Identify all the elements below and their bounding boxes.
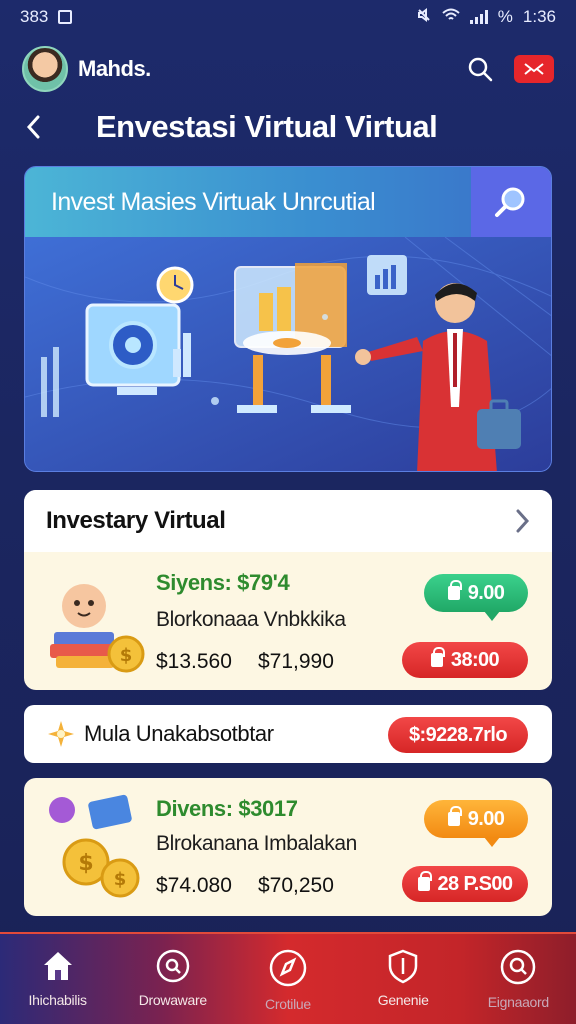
pill-tail (484, 837, 500, 847)
item-headline: Divens: $3017 (156, 796, 298, 821)
monitor-icon (85, 303, 191, 395)
nav-label: Ihichabilis (28, 992, 87, 1008)
nav-item-generate[interactable]: Genenie (348, 948, 458, 1008)
svg-text:$: $ (120, 645, 133, 666)
item-bottom-pill-label: 28 P.S00 (437, 872, 514, 895)
coins-icon: $ $ (49, 794, 140, 898)
status-time-right: 1:36 (522, 7, 556, 26)
nav-label: Genenie (377, 992, 429, 1008)
item-top-pill[interactable]: 9.00 (424, 574, 528, 612)
search-button[interactable] (460, 49, 500, 89)
nav-item-explore[interactable]: Crotilue (233, 948, 343, 1012)
nav-label: Crotilue (265, 996, 311, 1012)
banner-pill-label: $:9228.7rlo (409, 723, 508, 746)
item-price-b: $70,250 (258, 874, 334, 897)
nav-item-home[interactable]: Ihichabilis (3, 948, 113, 1008)
item-bottom-pill[interactable]: 28 P.S00 (402, 866, 528, 902)
compass-icon (269, 949, 307, 987)
mail-button[interactable] (514, 55, 554, 83)
lock-icon (417, 871, 432, 891)
item-bottom-pill[interactable]: 38:00 (402, 642, 528, 678)
pill-tail (484, 611, 500, 621)
hero-title: Invest Masies Virtuak Unrcutial (51, 187, 376, 216)
wifi-icon (442, 7, 460, 27)
lock-icon (430, 647, 445, 667)
chevron-left-icon (26, 115, 40, 139)
title-row: Envestasi Virtual Virtual (0, 100, 576, 154)
signal-icon (469, 10, 488, 24)
nav-label: Drowaware (138, 992, 207, 1008)
nav-item-account[interactable]: Eignaaord (463, 948, 573, 1010)
hero-banner[interactable]: Invest Masies Virtuak Unrcutial (24, 166, 552, 472)
lock-icon (447, 806, 462, 826)
promo-banner[interactable]: Mula Unakabsotbtar $:9228.7rlo (24, 705, 552, 763)
item-bottom-pill-label: 38:00 (450, 648, 500, 671)
battery-label: % (497, 7, 513, 26)
search-icon (495, 187, 525, 217)
item-price-b: $71,990 (258, 650, 334, 673)
search-icon (501, 949, 536, 985)
chart-card-icon (367, 255, 407, 295)
notification-icon (58, 10, 73, 24)
sparkle-icon (48, 721, 74, 747)
lock-icon (447, 580, 462, 600)
chevron-right-icon[interactable] (514, 508, 530, 534)
section-header[interactable]: Investary Virtual (24, 490, 552, 552)
nav-item-discover[interactable]: Drowaware (118, 948, 228, 1008)
mail-icon (524, 63, 544, 75)
item-top-pill-label: 9.00 (467, 581, 505, 604)
item-description: Blorkonaaa Vnbkkika (156, 608, 346, 631)
item-top-pill-label: 9.00 (467, 807, 505, 830)
section-title: Investary Virtual (46, 507, 226, 534)
avatar[interactable] (22, 46, 68, 92)
item-price-a: $13.560 (156, 650, 232, 673)
home-icon (43, 952, 72, 980)
item-description: Blrokanana Imbalakan (156, 832, 357, 855)
svg-text:$: $ (114, 869, 127, 890)
item-headline: Siyens: $79'4 (156, 570, 290, 595)
investment-section-card: Investary Virtual $ Siyens: $79'4 Blorko… (24, 490, 552, 690)
banner-text: Mula Unakabsotbtar (84, 721, 274, 746)
nav-label: Eignaaord (487, 994, 549, 1010)
item-top-pill[interactable]: 9.00 (424, 800, 528, 838)
investment-item-2[interactable]: $ $ Divens: $3017 Blrokanana Imbalakan $… (24, 778, 552, 916)
status-right: % 1:36 (416, 7, 556, 28)
status-time-left: 383 (20, 7, 49, 26)
user-name: Mahds. (78, 56, 151, 81)
svg-text:$: $ (78, 851, 93, 876)
back-button[interactable] (26, 107, 56, 147)
status-left: 383 (20, 7, 73, 27)
piggy-coins-icon: $ (50, 584, 145, 673)
mute-icon (416, 7, 432, 28)
hero-illustration (25, 237, 551, 471)
status-bar: 383 % 1:36 (0, 0, 576, 34)
bottom-nav: Ihichabilis Drowaware Crotilue Genenie E… (0, 932, 576, 1024)
hero-search-button[interactable] (471, 167, 551, 237)
item-price-a: $74.080 (156, 874, 232, 897)
investment-item[interactable]: $ Siyens: $79'4 Blorkonaaa Vnbkkika $13.… (24, 552, 552, 690)
search-icon (468, 57, 493, 82)
banner-pill[interactable]: $:9228.7rlo (388, 717, 528, 753)
app-header: Mahds. (0, 40, 576, 98)
clock-icon (156, 266, 194, 304)
search-circle-icon (156, 949, 190, 983)
shield-icon (388, 949, 418, 984)
page-title: Envestasi Virtual Virtual (96, 109, 438, 144)
